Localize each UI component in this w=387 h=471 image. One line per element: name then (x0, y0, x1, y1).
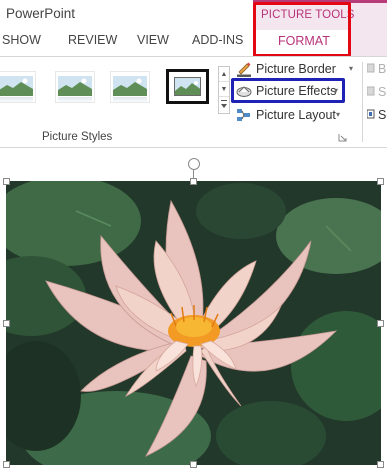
reflection (0, 97, 33, 102)
tab-add-ins[interactable]: ADD-INS (192, 33, 243, 47)
chevron-down-icon: ▾ (349, 64, 354, 73)
resize-handle-bottom-right[interactable] (377, 461, 384, 468)
picture-style-thumbnail-2[interactable] (55, 71, 95, 103)
selection-pane-button[interactable]: Se (366, 106, 387, 124)
rotate-handle-icon[interactable] (188, 158, 200, 170)
resize-handle-top[interactable] (190, 178, 197, 185)
landscape-icon (174, 77, 201, 96)
picture-border-label: Picture Border (256, 62, 336, 76)
picture-effects-highlight-box (231, 78, 345, 103)
picture-layout-button[interactable]: Picture Layout ▾ (236, 106, 348, 126)
send-backward-label: Se (378, 85, 387, 99)
pencil-icon (236, 61, 252, 77)
chevron-down-icon: ▾ (336, 110, 341, 119)
gallery-more-button[interactable] (219, 97, 229, 112)
resize-handle-top-right[interactable] (377, 178, 384, 185)
selection-pane-icon (366, 108, 376, 121)
bring-forward-button[interactable]: Br (366, 60, 387, 78)
landscape-icon (0, 76, 33, 96)
app-title: PowerPoint (6, 6, 76, 21)
tab-view[interactable]: VIEW (137, 33, 169, 47)
resize-handle-left[interactable] (3, 320, 10, 327)
resize-handle-top-left[interactable] (3, 178, 10, 185)
water-lily-picture[interactable] (6, 181, 381, 465)
resize-handle-bottom-left[interactable] (3, 461, 10, 468)
picture-style-thumbnail-4-selected[interactable] (166, 69, 209, 104)
tab-slide-show[interactable]: SHOW (2, 33, 41, 47)
reflection (58, 97, 92, 102)
tab-review[interactable]: REVIEW (68, 33, 117, 47)
selection-pane-label: Se (378, 108, 387, 122)
layout-icon (236, 107, 252, 123)
picture-tools-highlight-box (253, 2, 351, 57)
gallery-scroller: ▲ ▼ (218, 66, 230, 114)
resize-handle-bottom[interactable] (190, 461, 197, 468)
send-backward-button[interactable]: Se (366, 83, 387, 101)
dialog-launcher-icon[interactable] (338, 133, 347, 142)
picture-style-thumbnail-3[interactable] (110, 71, 150, 103)
picture-layout-label: Picture Layout (256, 108, 336, 122)
bring-forward-label: Br (378, 62, 387, 76)
landscape-icon (58, 76, 92, 96)
picture-styles-group-label: Picture Styles (42, 131, 113, 143)
picture-border-button[interactable]: Picture Border ▾ (236, 60, 361, 80)
gallery-down-button[interactable]: ▼ (219, 82, 229, 97)
landscape-icon (113, 76, 147, 96)
picture-style-thumbnail-1[interactable] (0, 71, 36, 103)
send-backward-icon (366, 85, 376, 98)
reflection (113, 97, 147, 102)
resize-handle-right[interactable] (377, 320, 384, 327)
gallery-up-button[interactable]: ▲ (219, 67, 229, 82)
bring-forward-icon (366, 62, 376, 75)
group-separator (362, 62, 363, 142)
